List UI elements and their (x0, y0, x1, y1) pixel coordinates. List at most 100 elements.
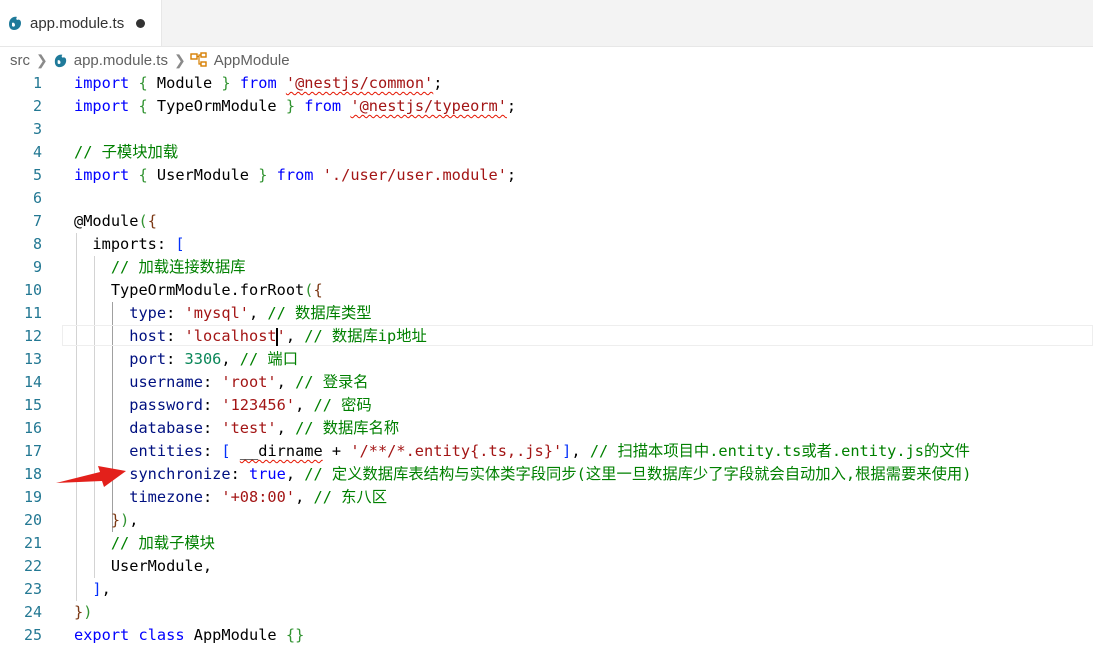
code-token: ) (120, 511, 130, 529)
code-line[interactable]: 20 }), (0, 509, 1093, 532)
code-token: {} (285, 626, 305, 644)
code-token: : (166, 304, 185, 322)
nestjs-icon (9, 16, 21, 30)
code-line[interactable]: 12 host: 'localhost', // 数据库ip地址 (0, 325, 1093, 348)
code-text: import { TypeOrmModule } from '@nestjs/t… (74, 95, 516, 118)
line-number[interactable]: 20 (0, 509, 42, 532)
code-text: timezone: '+08:00', // 东八区 (74, 486, 387, 509)
code-token: // 定义数据库表结构与实体类字段同步(这里一旦数据库少了字段就会自动加入,根据… (304, 465, 972, 483)
line-number[interactable]: 6 (0, 187, 42, 210)
line-number[interactable]: 15 (0, 394, 42, 417)
code-token: '@nestjs/common' (285, 74, 434, 92)
code-token: : (202, 488, 222, 506)
code-token: from (276, 166, 314, 184)
code-text: ], (74, 578, 110, 601)
line-number[interactable]: 16 (0, 417, 42, 440)
line-number[interactable]: 1 (0, 72, 42, 95)
code-line[interactable]: 16 database: 'test', // 数据库名称 (0, 417, 1093, 440)
unsaved-dot-icon[interactable] (136, 18, 146, 28)
line-number[interactable]: 3 (0, 118, 42, 141)
breadcrumb-file[interactable]: app.module.ts (52, 52, 168, 69)
code-line[interactable]: 15 password: '123456', // 密码 (0, 394, 1093, 417)
code-token: synchronize (129, 465, 231, 483)
code-line[interactable]: 4 // 子模块加载 (0, 141, 1093, 164)
line-number[interactable]: 4 (0, 141, 42, 164)
code-line[interactable]: 8 imports: [ (0, 233, 1093, 256)
code-line[interactable]: 17 entities: [ __dirname + '/**/*.entity… (0, 440, 1093, 463)
code-token: // 数据库类型 (267, 304, 372, 322)
tab-label: app.module.ts (30, 14, 125, 32)
code-token: ; (506, 166, 517, 184)
code-token: export (74, 626, 130, 644)
code-token: timezone (129, 488, 203, 506)
line-number[interactable]: 18 (0, 463, 42, 486)
code-token: imports (74, 235, 157, 253)
breadcrumb: src ❯ app.module.ts ❯ AppModule (0, 48, 1093, 72)
line-number[interactable]: 19 (0, 486, 42, 509)
line-number[interactable]: 14 (0, 371, 42, 394)
code-line[interactable]: 7 @Module({ (0, 210, 1093, 233)
line-number[interactable]: 9 (0, 256, 42, 279)
code-line[interactable]: 9 // 加载连接数据库 (0, 256, 1093, 279)
tab-app-module[interactable]: app.module.ts (0, 0, 162, 46)
code-line[interactable]: 3 (0, 118, 1093, 141)
breadcrumb-symbol[interactable]: AppModule (190, 52, 290, 69)
line-number[interactable]: 13 (0, 348, 42, 371)
line-number[interactable]: 21 (0, 532, 42, 555)
code-token: @Module (74, 212, 139, 230)
line-number[interactable]: 5 (0, 164, 42, 187)
code-line[interactable]: 23 ], (0, 578, 1093, 601)
code-text: entities: [ __dirname + '/**/*.entity{.t… (74, 440, 970, 463)
code-line[interactable]: 13 port: 3306, // 端口 (0, 348, 1093, 371)
code-line[interactable]: 14 username: 'root', // 登录名 (0, 371, 1093, 394)
line-number[interactable]: 10 (0, 279, 42, 302)
code-token: '123456' (221, 396, 296, 414)
code-token: : (166, 327, 185, 345)
code-token: 'localhost (184, 327, 277, 345)
code-text: @Module({ (74, 210, 157, 233)
code-line[interactable]: 5 import { UserModule } from './user/user… (0, 164, 1093, 187)
code-line[interactable]: 24}) (0, 601, 1093, 624)
code-line[interactable]: 19 timezone: '+08:00', // 东八区 (0, 486, 1093, 509)
code-text: username: 'root', // 登录名 (74, 371, 368, 394)
code-line[interactable]: 18 synchronize: true, // 定义数据库表结构与实体类字段同… (0, 463, 1093, 486)
line-number[interactable]: 11 (0, 302, 42, 325)
code-line[interactable]: 2 import { TypeOrmModule } from '@nestjs/… (0, 95, 1093, 118)
line-number[interactable]: 25 (0, 624, 42, 647)
code-text: type: 'mysql', // 数据库类型 (74, 302, 372, 325)
code-text: }) (74, 601, 92, 624)
code-text: // 加载子模块 (74, 532, 215, 555)
code-line[interactable]: 21 // 加载子模块 (0, 532, 1093, 555)
code-line[interactable]: 11 type: 'mysql', // 数据库类型 (0, 302, 1093, 325)
code-line[interactable]: 22 UserModule, (0, 555, 1093, 578)
breadcrumb-folder[interactable]: src (10, 52, 30, 69)
line-number[interactable]: 17 (0, 440, 42, 463)
line-number[interactable]: 23 (0, 578, 42, 601)
line-number[interactable]: 22 (0, 555, 42, 578)
code-token: from (304, 97, 342, 115)
code-line[interactable]: 1 import { Module } from '@nestjs/common'… (0, 72, 1093, 95)
code-editor[interactable]: 1 import { Module } from '@nestjs/common'… (0, 72, 1093, 649)
code-token: 'test' (221, 419, 277, 437)
line-number[interactable]: 24 (0, 601, 42, 624)
code-token: host (129, 327, 167, 345)
line-number[interactable]: 7 (0, 210, 42, 233)
code-token: , (129, 511, 139, 529)
code-line[interactable]: 6 (0, 187, 1093, 210)
code-line[interactable]: 25 export class AppModule {} (0, 624, 1093, 647)
line-number[interactable]: 8 (0, 233, 42, 256)
code-token: , (295, 488, 314, 506)
line-number[interactable]: 12 (0, 325, 42, 348)
line-number[interactable]: 2 (0, 95, 42, 118)
code-line[interactable]: 10 TypeOrmModule.forRoot({ (0, 279, 1093, 302)
code-token: port (129, 350, 167, 368)
code-token: [ (221, 442, 231, 460)
